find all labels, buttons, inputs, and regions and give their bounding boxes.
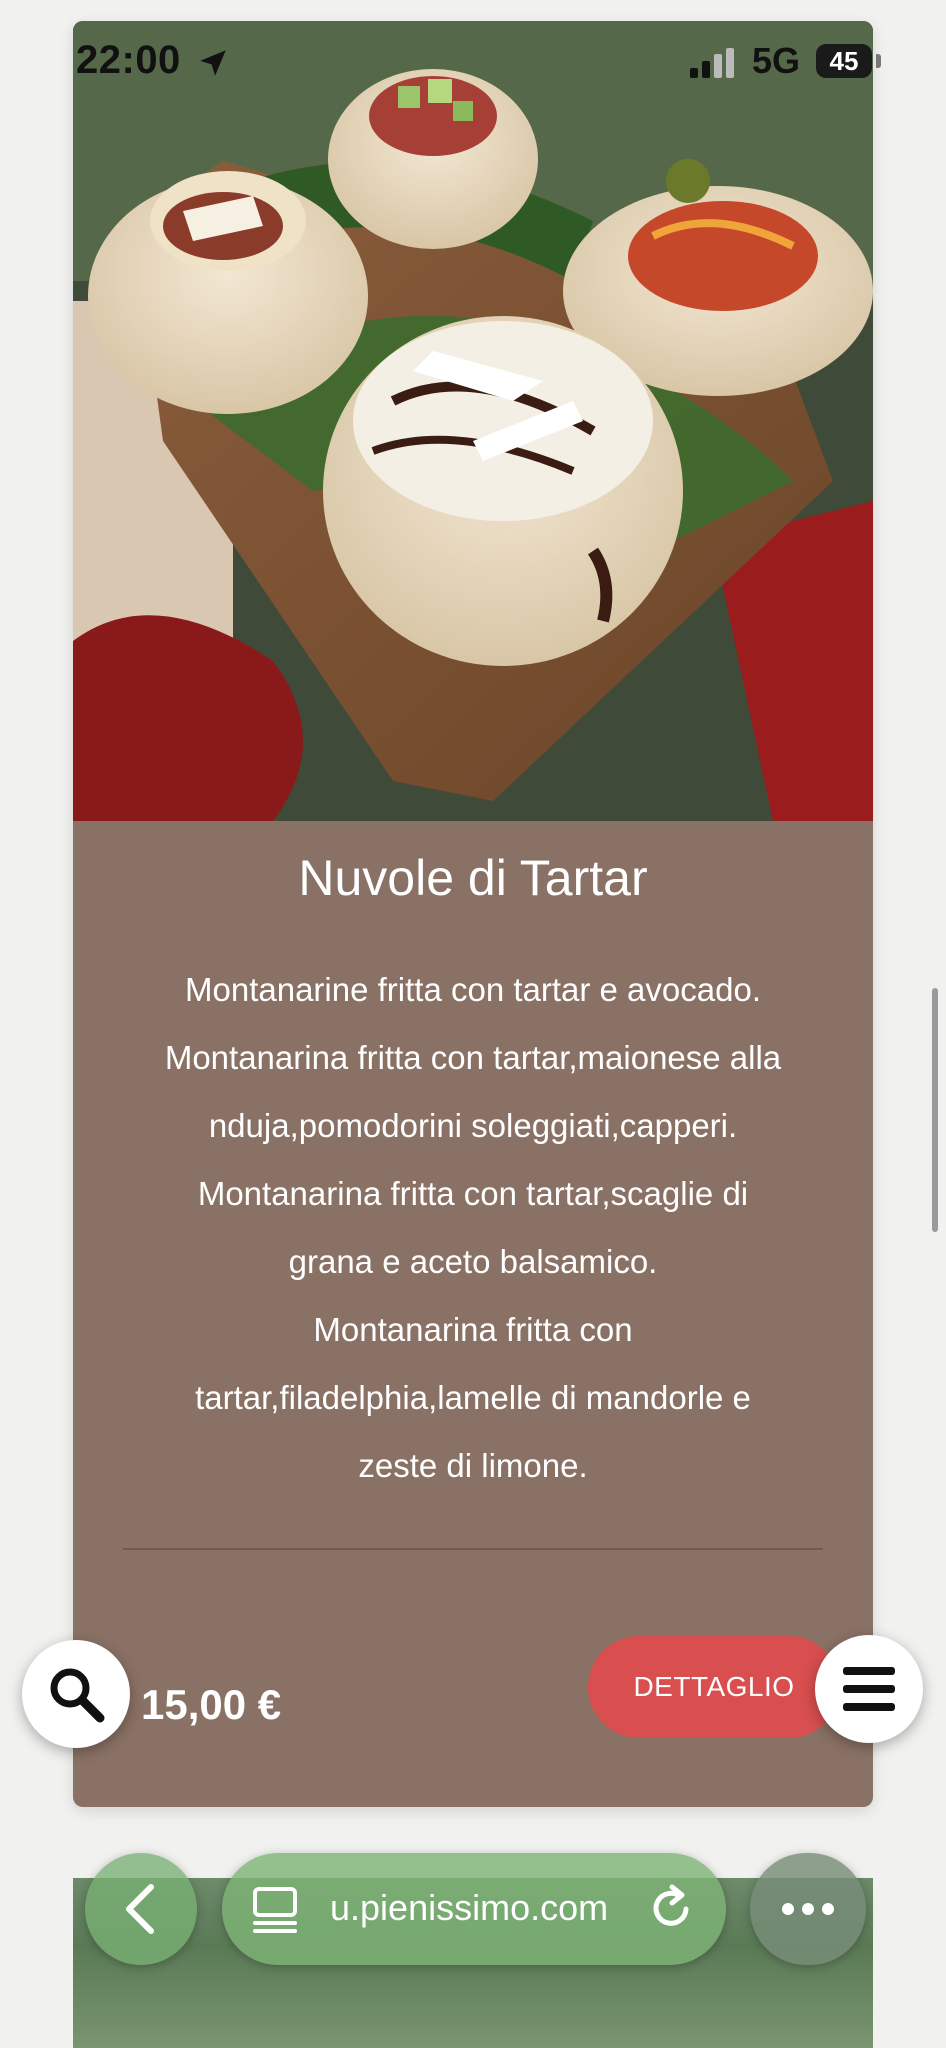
- battery-tip: [876, 54, 881, 68]
- browser-more-button[interactable]: [750, 1853, 866, 1965]
- url-text[interactable]: u.pienissimo.com: [330, 1887, 608, 1929]
- product-title: Nuvole di Tartar: [298, 850, 648, 906]
- status-time: 22:00: [76, 38, 181, 82]
- description-line: Montanarina fritta con tartar,maionese a…: [164, 1039, 782, 1076]
- reload-icon[interactable]: [646, 1883, 696, 1935]
- location-arrow-icon: [200, 50, 226, 76]
- browser-back-button[interactable]: [85, 1853, 197, 1965]
- description-line: Montanarina fritta con: [313, 1311, 633, 1348]
- product-card: Nuvole di Tartar Montanarine fritta con …: [73, 21, 873, 1807]
- description-line: grana e aceto balsamico.: [288, 1243, 658, 1280]
- more-icon: [782, 1903, 834, 1915]
- battery-icon: 45: [816, 44, 872, 78]
- search-button[interactable]: [22, 1640, 130, 1748]
- network-type: 5G: [752, 40, 801, 81]
- scrollbar[interactable]: [932, 988, 938, 1232]
- search-icon: [50, 1668, 105, 1723]
- hamburger-menu-icon: [843, 1667, 895, 1711]
- divider: [123, 1548, 823, 1550]
- signal-icon: [690, 48, 734, 78]
- description-line: tartar,filadelphia,lamelle di mandorle e: [195, 1379, 751, 1416]
- back-chevron-icon: [126, 1884, 154, 1934]
- product-description: Montanarine fritta con tartar e avocado.…: [113, 956, 833, 1500]
- description-line: nduja,pomodorini soleggiati,capperi.: [208, 1107, 738, 1144]
- description-line: Montanarina fritta con tartar,scaglie di: [197, 1175, 749, 1212]
- product-price: 15,00 €: [141, 1681, 282, 1728]
- product-image[interactable]: [73, 21, 873, 821]
- detail-button[interactable]: DETTAGLIO: [588, 1636, 840, 1738]
- description-line: Montanarine fritta con tartar e avocado.: [185, 971, 761, 1008]
- tab-icon[interactable]: [252, 1885, 298, 1933]
- browser-url-bar[interactable]: u.pienissimo.com: [222, 1853, 726, 1965]
- menu-button[interactable]: [815, 1635, 923, 1743]
- status-bar: 22:00 5G 45: [0, 0, 946, 120]
- description-line: zeste di limone.: [358, 1447, 588, 1484]
